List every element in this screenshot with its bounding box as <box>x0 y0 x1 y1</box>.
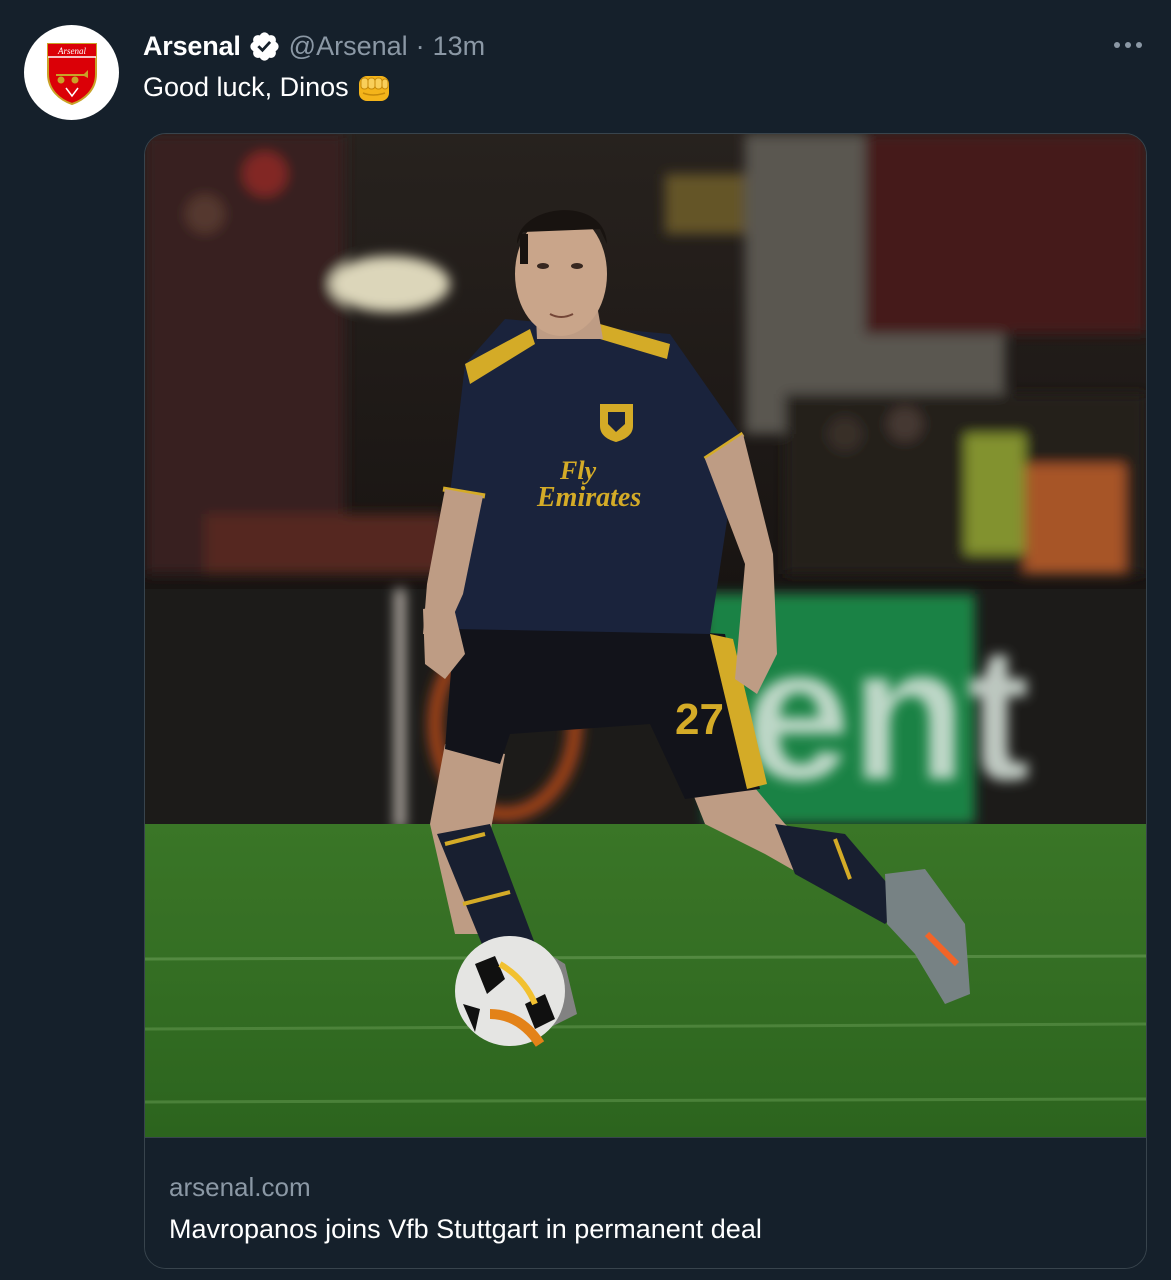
tweet-body: Good luck, Dinos <box>143 72 349 102</box>
more-options-icon <box>1114 42 1142 48</box>
tweet-text: Good luck, Dinos <box>143 72 391 103</box>
tweet-header: Arsenal @Arsenal · 13m <box>143 28 485 64</box>
tweet[interactable]: Arsenal Arsenal @Arsenal · 13m Good luck… <box>0 0 1171 1280</box>
link-card[interactable]: ent 27 Fly Emirates arsenal.com Mavropan… <box>144 133 1147 1269</box>
verified-badge-icon <box>250 31 279 61</box>
arsenal-crest-icon: Arsenal <box>46 42 97 105</box>
oncoming-fist-icon <box>358 75 389 101</box>
user-handle[interactable]: @Arsenal <box>289 31 408 62</box>
more-options-button[interactable] <box>1113 30 1143 60</box>
avatar[interactable]: Arsenal <box>24 25 119 120</box>
card-domain: arsenal.com <box>169 1172 311 1202</box>
display-name[interactable]: Arsenal <box>143 31 241 62</box>
card-image[interactable]: ent 27 Fly Emirates <box>145 134 1146 1137</box>
crest-text: Arsenal <box>57 46 86 56</box>
separator-dot: · <box>415 30 425 61</box>
card-footer[interactable]: arsenal.com Mavropanos joins Vfb Stuttga… <box>145 1137 1146 1268</box>
player-photo: ent 27 Fly Emirates <box>145 134 1146 1137</box>
tweet-timestamp[interactable]: 13m <box>433 31 486 62</box>
card-title[interactable]: Mavropanos joins Vfb Stuttgart in perman… <box>169 1214 762 1245</box>
